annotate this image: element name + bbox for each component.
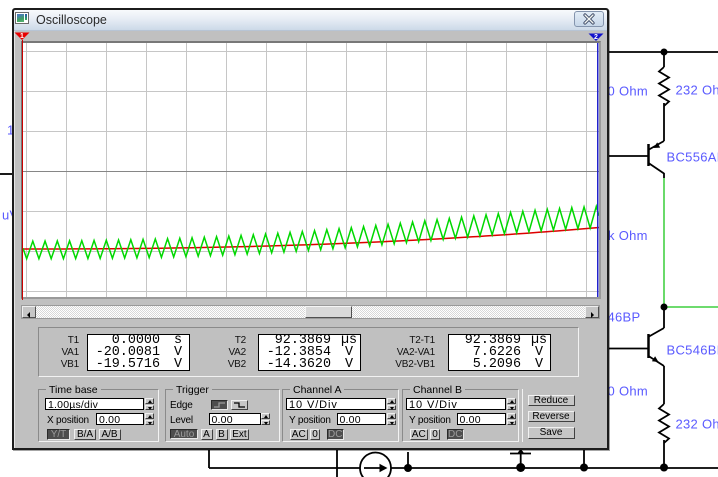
- svg-text:2: 2: [594, 34, 598, 41]
- svg-text:0 Ohm: 0 Ohm: [608, 384, 649, 399]
- svg-text:0 Ohm: 0 Ohm: [608, 84, 649, 99]
- svg-text:46BP: 46BP: [608, 310, 641, 325]
- svg-text:BC546BP: BC546BP: [667, 343, 718, 358]
- svg-text:232 Oh: 232 Oh: [676, 417, 718, 432]
- svg-text:232 Oh: 232 Oh: [676, 83, 718, 98]
- svg-text:1: 1: [20, 33, 24, 40]
- svg-text:BC556AP: BC556AP: [667, 150, 718, 165]
- svg-text:k Ohm: k Ohm: [608, 228, 648, 243]
